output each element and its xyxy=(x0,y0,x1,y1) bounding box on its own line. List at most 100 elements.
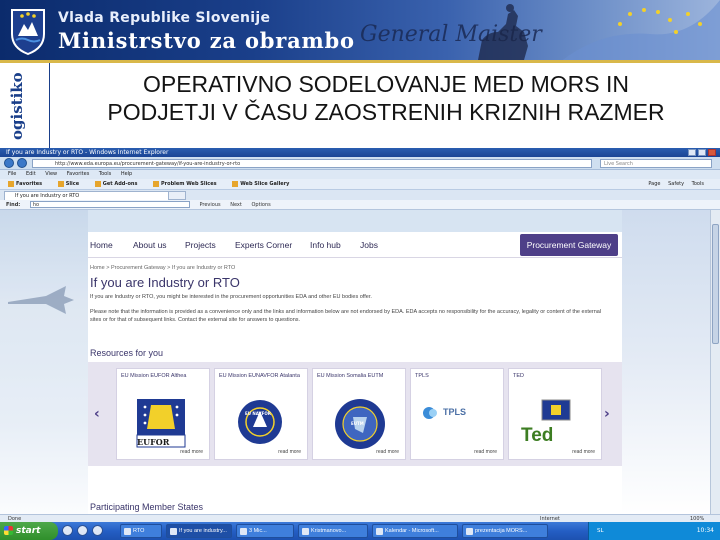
chevron-right-icon[interactable]: › xyxy=(604,406,610,422)
fav-web-slice-gallery[interactable]: Web Slice Gallery xyxy=(232,180,289,187)
taskbar-task[interactable]: prezentacija MORS... xyxy=(462,524,548,538)
read-more-link[interactable]: read more xyxy=(376,449,399,455)
clock[interactable]: 10:34 xyxy=(697,522,714,540)
fav-slice[interactable]: Slice xyxy=(57,180,79,187)
ministry-label: Ministrstvo za obrambo xyxy=(58,28,355,53)
ie-launch-icon[interactable] xyxy=(62,525,73,536)
nav-about-us[interactable]: About us xyxy=(133,240,167,250)
nav-projects[interactable]: Projects xyxy=(185,240,216,250)
menu-file[interactable]: File xyxy=(8,171,16,177)
procurement-gateway-button[interactable]: Procurement Gateway xyxy=(520,234,618,256)
url-input[interactable]: http://www.eda.europa.eu/procurement-gat… xyxy=(32,159,592,168)
card-logo-text: EUFOR xyxy=(137,437,170,447)
ie-find-bar: Find: ho Previous Next Options xyxy=(0,200,720,210)
read-more-link[interactable]: read more xyxy=(278,449,301,455)
participating-heading: Participating Member States xyxy=(90,502,204,512)
forward-icon[interactable] xyxy=(17,158,27,168)
menu-favorites[interactable]: Favorites xyxy=(67,171,90,177)
fav-get-addons[interactable]: Get Add-ons xyxy=(94,180,137,187)
start-button[interactable]: start xyxy=(0,522,58,540)
close-icon[interactable] xyxy=(708,149,716,156)
fav-favorites[interactable]: Favorites xyxy=(8,180,42,187)
card-title: EU Mission EUNAVFOR Atalanta xyxy=(219,373,300,379)
desktop-launch-icon[interactable] xyxy=(92,525,103,536)
presentation-slide: Vlada Republike Slovenije Ministrstvo za… xyxy=(0,0,720,540)
eda-webpage: Home About us Projects Experts Corner In… xyxy=(88,232,622,536)
search-input[interactable]: Live Search xyxy=(600,159,712,168)
slide-title: OPERATIVNO SODELOVANJE MED MORS IN PODJE… xyxy=(56,70,716,126)
equestrian-statue-icon xyxy=(478,4,528,60)
ie-titlebar: If you are Industry or RTO - Windows Int… xyxy=(0,148,720,157)
card-ted[interactable]: TED Ted read more xyxy=(508,368,602,460)
cmd-tools[interactable]: Tools xyxy=(692,181,704,187)
taskbar-task[interactable]: Kristmanovo... xyxy=(298,524,368,538)
cmd-page[interactable]: Page xyxy=(648,181,660,187)
ie-tab-row: If you are Industry or RTO xyxy=(0,190,720,200)
taskbar-task[interactable]: 3 Mic... xyxy=(236,524,294,538)
back-icon[interactable] xyxy=(4,158,14,168)
banner-divider xyxy=(0,60,720,63)
find-next-button[interactable]: Next xyxy=(230,202,242,208)
system-tray: SL 10:34 xyxy=(588,522,720,540)
taskbar-task[interactable]: Kalendar - Microsoft... xyxy=(372,524,458,538)
taskbar-task[interactable]: If you are industry... xyxy=(166,524,232,538)
resources-carousel: ‹ › EU Mission EUFOR Althea EUFOR read m… xyxy=(88,362,622,466)
maximize-icon[interactable] xyxy=(698,149,706,156)
ted-logo-icon xyxy=(541,399,571,421)
card-eunavfor[interactable]: EU Mission EUNAVFOR Atalanta EU NAVFOR r… xyxy=(214,368,308,460)
slice-icon xyxy=(57,180,64,187)
page-scrollbar[interactable] xyxy=(710,210,720,528)
menu-edit[interactable]: Edit xyxy=(26,171,36,177)
card-eufor[interactable]: EU Mission EUFOR Althea EUFOR read more xyxy=(116,368,210,460)
coat-of-arms-icon xyxy=(11,9,45,56)
nav-home[interactable]: Home xyxy=(90,240,113,250)
window-controls xyxy=(688,149,716,156)
windows-taskbar: start RTO If you are industry... 3 Mic..… xyxy=(0,522,720,540)
slide-title-line2: PODJETJI V ČASU ZAOSTRENIH KRIZNIH RAZME… xyxy=(107,99,665,125)
scrollbar-thumb[interactable] xyxy=(712,224,719,344)
chevron-left-icon[interactable]: ‹ xyxy=(94,406,100,422)
nav-info-hub[interactable]: Info hub xyxy=(310,240,341,250)
disclaimer-text: Please note that the information is prov… xyxy=(90,309,602,323)
ie-favorites-bar: Favorites Slice Get Add-ons Problem Web … xyxy=(0,179,720,190)
ie-status-bar: Done Internet 100% xyxy=(0,514,720,522)
gallery-icon xyxy=(232,180,239,187)
browser-screenshot: If you are Industry or RTO - Windows Int… xyxy=(0,148,720,540)
card-eutm[interactable]: EU Mission Somalia EUTM EUTM read more xyxy=(312,368,406,460)
read-more-link[interactable]: read more xyxy=(180,449,203,455)
government-label: Vlada Republike Slovenije xyxy=(58,10,271,26)
nav-experts-corner[interactable]: Experts Corner xyxy=(235,240,292,250)
card-tpls[interactable]: TPLS TPLS read more xyxy=(410,368,504,460)
nav-buttons xyxy=(4,158,27,168)
taskbar-task[interactable]: RTO xyxy=(120,524,162,538)
read-more-link[interactable]: read more xyxy=(572,449,595,455)
outlook-launch-icon[interactable] xyxy=(77,525,88,536)
find-label: Find: xyxy=(6,202,21,208)
tab-industry-rto[interactable]: If you are Industry or RTO xyxy=(4,191,186,200)
card-logo-text: TPLS xyxy=(443,407,467,417)
star-icon xyxy=(8,180,14,187)
ie-window-title: If you are Industry or RTO - Windows Int… xyxy=(6,149,169,156)
find-previous-button[interactable]: Previous xyxy=(199,202,220,208)
find-input[interactable]: ho xyxy=(29,201,190,208)
card-logo-text: Ted xyxy=(521,425,554,446)
slide-right-artwork xyxy=(622,210,710,514)
tpls-logo-icon xyxy=(423,407,437,419)
start-label: start xyxy=(16,526,41,536)
minimize-icon[interactable] xyxy=(688,149,696,156)
menu-help[interactable]: Help xyxy=(121,171,132,177)
new-tab-button[interactable] xyxy=(168,191,186,200)
find-options-button[interactable]: Options xyxy=(251,202,270,208)
fav-problem-web-slices[interactable]: Problem Web Slices xyxy=(153,180,217,187)
ie-menubar: File Edit View Favorites Tools Help xyxy=(0,170,720,179)
read-more-link[interactable]: read more xyxy=(474,449,497,455)
card-title: EU Mission EUFOR Althea xyxy=(121,373,187,379)
cmd-safety[interactable]: Safety xyxy=(668,181,684,187)
eu-flag-icon xyxy=(560,0,720,62)
resources-heading: Resources for you xyxy=(90,348,164,358)
menu-tools[interactable]: Tools xyxy=(99,171,111,177)
card-logo-text: EUTM xyxy=(351,421,364,426)
menu-view[interactable]: View xyxy=(45,171,57,177)
nav-jobs[interactable]: Jobs xyxy=(360,240,378,250)
language-indicator[interactable]: SL xyxy=(597,528,604,534)
